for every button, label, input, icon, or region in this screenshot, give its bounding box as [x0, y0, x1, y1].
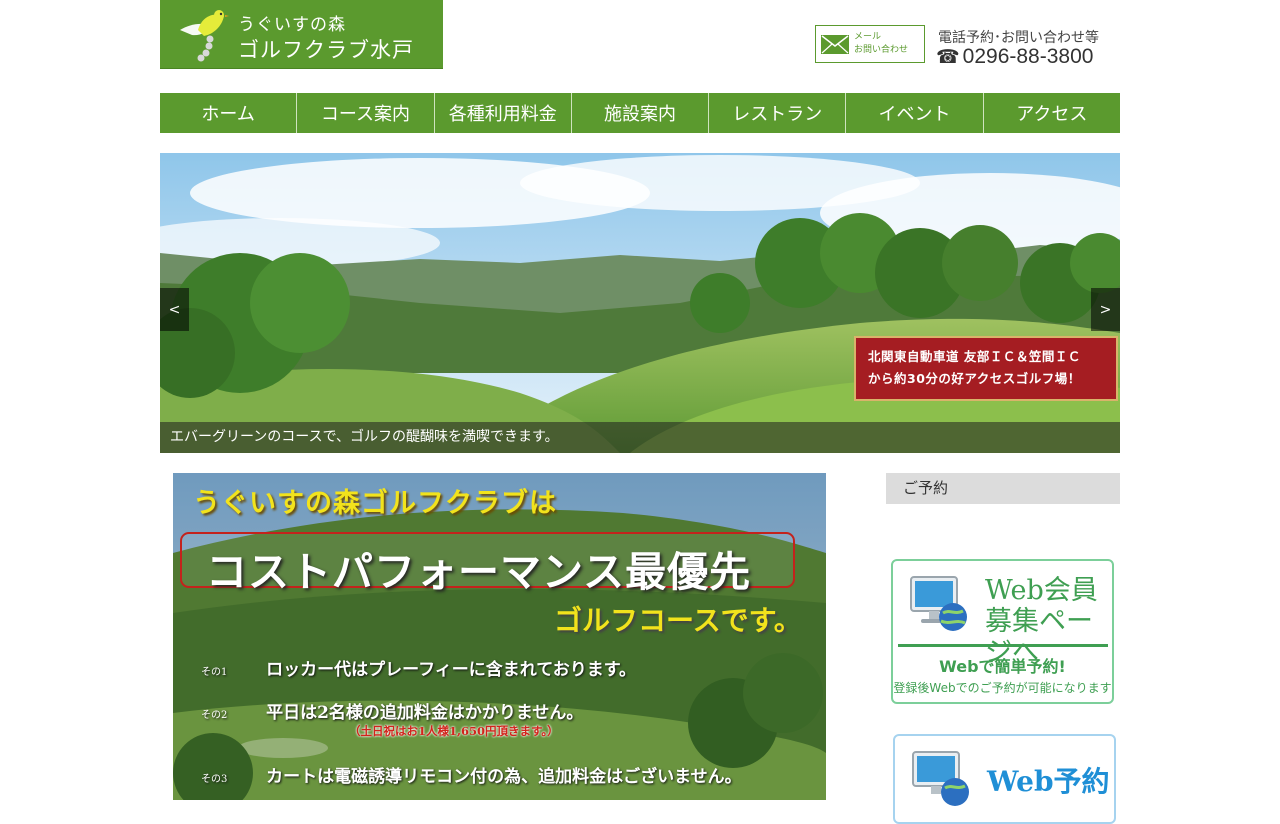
bird-logo-icon: [180, 10, 229, 62]
mail-label-line2: お問い合わせ: [854, 45, 909, 55]
mail-icon: [821, 35, 849, 54]
logo-line2: ゴルフクラブ水戸: [238, 38, 414, 62]
banner-subheadline: ゴルフコースです。: [554, 604, 802, 637]
nav-item-facilities[interactable]: 施設案内: [572, 93, 710, 133]
hero-access-badge: 北関東自動車道 友部ＩＣ＆笠間ＩＣ から約30分の好アクセスゴルフ場！: [854, 336, 1118, 401]
nav-item-course[interactable]: コース案内: [297, 93, 435, 133]
mail-label: メール お問い合わせ: [854, 31, 922, 57]
mail-contact-button[interactable]: メール お問い合わせ: [815, 25, 925, 63]
banner-item-3: その3 カートは電磁誘導リモコン付の為、追加料金はございません。: [201, 762, 742, 787]
banner-item-number: その2: [201, 710, 228, 721]
banner-item-text: カートは電磁誘導リモコン付の為、追加料金はございません。: [266, 767, 742, 787]
banner-item-text: ロッカー代はプレーフィーに含まれております。: [266, 660, 637, 680]
member-card-note: 登録後Webでのご予約が可能になります: [893, 681, 1112, 695]
banner-item-1: その1 ロッカー代はプレーフィーに含まれております。: [201, 655, 636, 680]
monitor-globe-icon: [912, 751, 969, 806]
member-card-cta: Webで簡単予約!: [939, 657, 1066, 676]
banner-item-number: その3: [201, 774, 228, 785]
phone-number[interactable]: ☎ 0296-88-3800: [936, 45, 1093, 69]
hero-image: [160, 153, 1120, 453]
contact-label: 電話予約･お問い合わせ等: [938, 30, 1099, 46]
web-member-signup-banner[interactable]: Web会員 募集ページへ Webで簡単予約! 登録後Webでのご予約が可能になり…: [891, 559, 1114, 704]
hero-badge-line2: から約30分の好アクセスゴルフ場！: [868, 371, 1081, 386]
banner-item-text: 平日は2名様の追加料金はかかりません。: [266, 703, 584, 723]
banner-boxed-text: コストパフォーマンス最優先: [206, 548, 752, 596]
banner-item-2: その2 平日は2名様の追加料金はかかりません。: [201, 698, 583, 723]
site-logo[interactable]: うぐいすの森 ゴルフクラブ水戸: [160, 0, 443, 69]
nav-item-access[interactable]: アクセス: [984, 93, 1120, 133]
page: うぐいすの森 ゴルフクラブ水戸 メール お問い合わせ 電話予約･お問い合わせ等 …: [160, 0, 1120, 824]
banner-headline: うぐいすの森ゴルフクラブは: [193, 488, 557, 519]
banner-weekend-note: （土日祝はお1人様1,650円頂きます。）: [349, 724, 559, 738]
monitor-globe-icon: [910, 576, 967, 631]
hero-slider: < > 北関東自動車道 友部ＩＣ＆笠間ＩＣ から約30分の好アクセスゴルフ場！ …: [160, 153, 1120, 453]
nav-item-fees[interactable]: 各種利用料金: [435, 93, 572, 133]
hero-badge-line1: 北関東自動車道 友部ＩＣ＆笠間ＩＣ: [868, 349, 1081, 364]
member-card-divider: [898, 644, 1108, 647]
phone-icon: ☎: [936, 46, 960, 68]
member-title-line1: Web会員: [985, 575, 1098, 606]
booking-card-title: Web予約: [987, 765, 1110, 798]
promo-banner[interactable]: うぐいすの森ゴルフクラブは コストパフォーマンス最優先 ゴルフコースです。 その…: [173, 473, 826, 800]
nav-item-home[interactable]: ホーム: [160, 93, 298, 133]
main-nav: ホーム コース案内 各種利用料金 施設案内 レストラン イベント アクセス: [160, 93, 1120, 133]
hero-caption: エバーグリーンのコースで、ゴルフの醍醐味を満喫できます。: [160, 422, 1120, 453]
banner-item-number: その1: [201, 667, 228, 678]
sidebar-reservation-heading: ご予約: [886, 473, 1120, 504]
phone-number-text: 0296-88-3800: [962, 45, 1094, 68]
slider-prev-button[interactable]: <: [160, 288, 189, 331]
mail-label-line1: メール: [854, 32, 882, 42]
web-booking-banner[interactable]: Web予約: [893, 734, 1116, 824]
banner-boxed-frame: コストパフォーマンス最優先: [180, 532, 795, 596]
nav-item-restaurant[interactable]: レストラン: [709, 93, 847, 133]
logo-line1: うぐいすの森: [238, 15, 346, 35]
nav-item-events[interactable]: イベント: [846, 93, 984, 133]
slider-next-button[interactable]: >: [1091, 288, 1120, 331]
